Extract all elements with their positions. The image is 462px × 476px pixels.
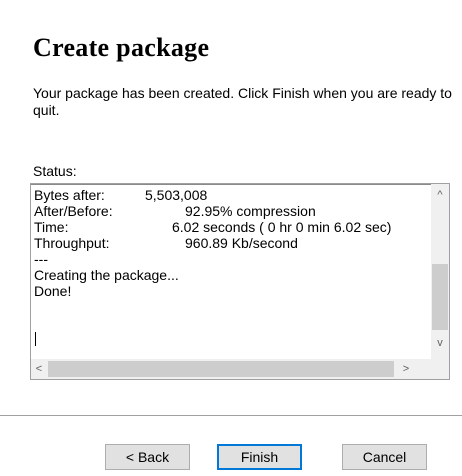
scroll-up-icon[interactable]: ^ (431, 186, 449, 204)
status-label: Status: (33, 163, 77, 179)
status-line-done: Done! (34, 283, 430, 299)
intro-text: Your package has been created. Click Fin… (33, 85, 452, 118)
back-button[interactable]: < Back (105, 444, 190, 470)
status-line-value: 960.89 Kb/second (185, 235, 298, 251)
status-line-label: After/Before: (34, 203, 113, 219)
text-caret (35, 332, 36, 346)
scroll-right-icon[interactable]: > (398, 361, 414, 377)
finish-button[interactable]: Finish (217, 444, 302, 470)
status-line-after-before: After/Before: 92.95% compression (34, 203, 430, 219)
status-line-label: Time: (34, 219, 69, 235)
vertical-scroll-thumb[interactable] (432, 264, 448, 330)
status-line-throughput: Throughput: 960.89 Kb/second (34, 235, 430, 251)
horizontal-scroll-thumb[interactable] (48, 361, 394, 377)
status-line-value: 6.02 seconds ( 0 hr 0 min 6.02 sec) (172, 219, 392, 235)
horizontal-scrollbar[interactable]: < > (31, 359, 431, 379)
status-line-label: Throughput: (34, 235, 110, 251)
page-title: Create package (33, 33, 210, 62)
status-line-label: Done! (34, 283, 72, 299)
status-line-divider: --- (34, 251, 430, 267)
button-separator (0, 415, 462, 419)
status-line-label: --- (34, 251, 48, 267)
scroll-down-icon[interactable]: v (431, 334, 449, 352)
vertical-scrollbar[interactable]: ^ v (431, 184, 449, 360)
status-text-area[interactable]: Bytes after: 5,503,008 After/Before: 92.… (34, 187, 430, 354)
status-line-creating: Creating the package... (34, 267, 430, 283)
scroll-left-icon[interactable]: < (31, 361, 47, 377)
status-output-box[interactable]: Bytes after: 5,503,008 After/Before: 92.… (30, 183, 450, 380)
status-line-label: Bytes after: (34, 187, 105, 203)
status-line-bytes-after: Bytes after: 5,503,008 (34, 187, 430, 203)
scrollbar-corner (431, 359, 449, 379)
status-line-time: Time: 6.02 seconds ( 0 hr 0 min 6.02 sec… (34, 219, 430, 235)
status-line-value: 92.95% compression (185, 203, 316, 219)
cancel-button[interactable]: Cancel (342, 444, 427, 470)
status-line-value: 5,503,008 (145, 187, 208, 203)
status-line-label: Creating the package... (34, 267, 179, 283)
